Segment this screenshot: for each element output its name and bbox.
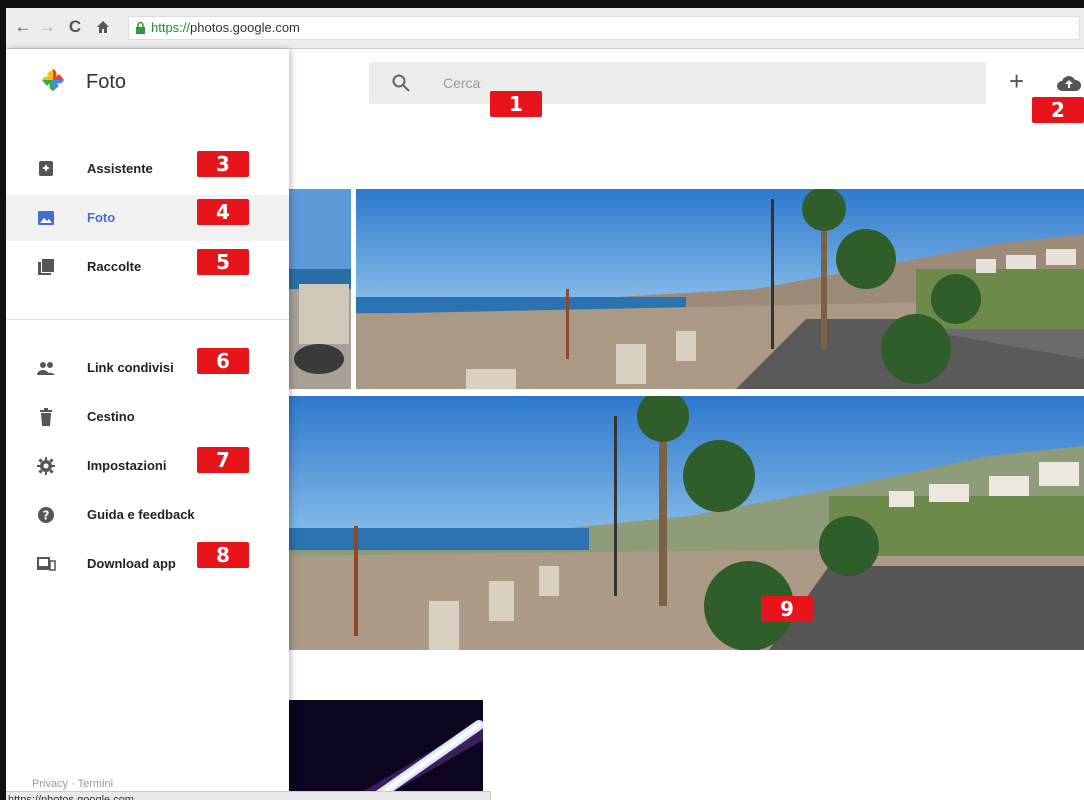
browser-status-bar: https://photos.google.com [6,791,491,800]
sidebar-item-label: Assistente [87,161,153,176]
callout-badge-7: 7 [197,447,249,473]
collections-icon [38,259,54,275]
search-icon[interactable] [391,73,411,93]
browser-toolbar: ← → C https://photos.google.com [6,8,1084,49]
privacy-link[interactable]: Privacy [32,778,68,790]
callout-badge-1: 1 [490,91,542,117]
sidebar-footer: Privacy · Termini [32,778,113,790]
panorama-photo[interactable] [289,396,1084,650]
sidebar-item-label: Guida e feedback [87,507,195,522]
google-photos-logo[interactable] [40,67,66,93]
terms-link[interactable]: Termini [78,778,113,790]
callout-badge-2: 2 [1032,97,1084,123]
pinwheel-icon [42,69,64,91]
assistant-icon [39,161,53,176]
people-icon [37,362,55,375]
sidebar-item-guida[interactable]: ? Guida e feedback [6,492,289,538]
sidebar-item-label: Impostazioni [87,458,167,473]
app-title: Foto [86,71,127,93]
home-icon[interactable] [92,16,114,38]
trash-icon [40,408,52,426]
sidebar-item-label: Foto [87,210,116,225]
photo-thumbnail[interactable] [289,189,351,389]
devices-icon [37,557,56,571]
help-icon: ? [38,507,54,523]
sidebar-item-label: Raccolte [87,259,142,274]
lock-icon [136,21,145,34]
search-input[interactable]: Cerca [443,75,480,91]
callout-badge-5: 5 [197,249,249,275]
callout-badge-8: 8 [197,542,249,568]
search-bar[interactable]: Cerca [369,62,986,104]
photo-icon [38,211,54,225]
sidebar-item-label: Download app [87,556,176,571]
add-button[interactable]: + [1009,66,1024,97]
sidebar-item-label: Link condivisi [87,360,174,375]
sidebar-item-cestino[interactable]: Cestino [6,394,289,440]
sidebar-divider [6,319,289,320]
back-icon[interactable]: ← [12,16,34,38]
sidebar-item-label: Cestino [87,409,135,424]
cloud-upload-icon[interactable] [1056,74,1082,92]
photo-thumbnail[interactable] [289,700,483,800]
address-url: https://photos.google.com [151,20,300,35]
callout-badge-3: 3 [197,151,249,177]
callout-badge-6: 6 [197,348,249,374]
footer-separator: · [71,778,75,790]
browser-window: ← → C https://photos.google.com Foto Ass… [6,8,1084,800]
forward-icon[interactable]: → [36,16,58,38]
address-bar[interactable]: https://photos.google.com [128,16,1080,40]
callout-badge-9: 9 [761,596,813,622]
reload-icon[interactable]: C [64,16,86,38]
svg-text:?: ? [43,509,50,523]
panorama-photo[interactable] [356,189,1084,389]
gear-icon [37,457,55,475]
callout-badge-4: 4 [197,199,249,225]
